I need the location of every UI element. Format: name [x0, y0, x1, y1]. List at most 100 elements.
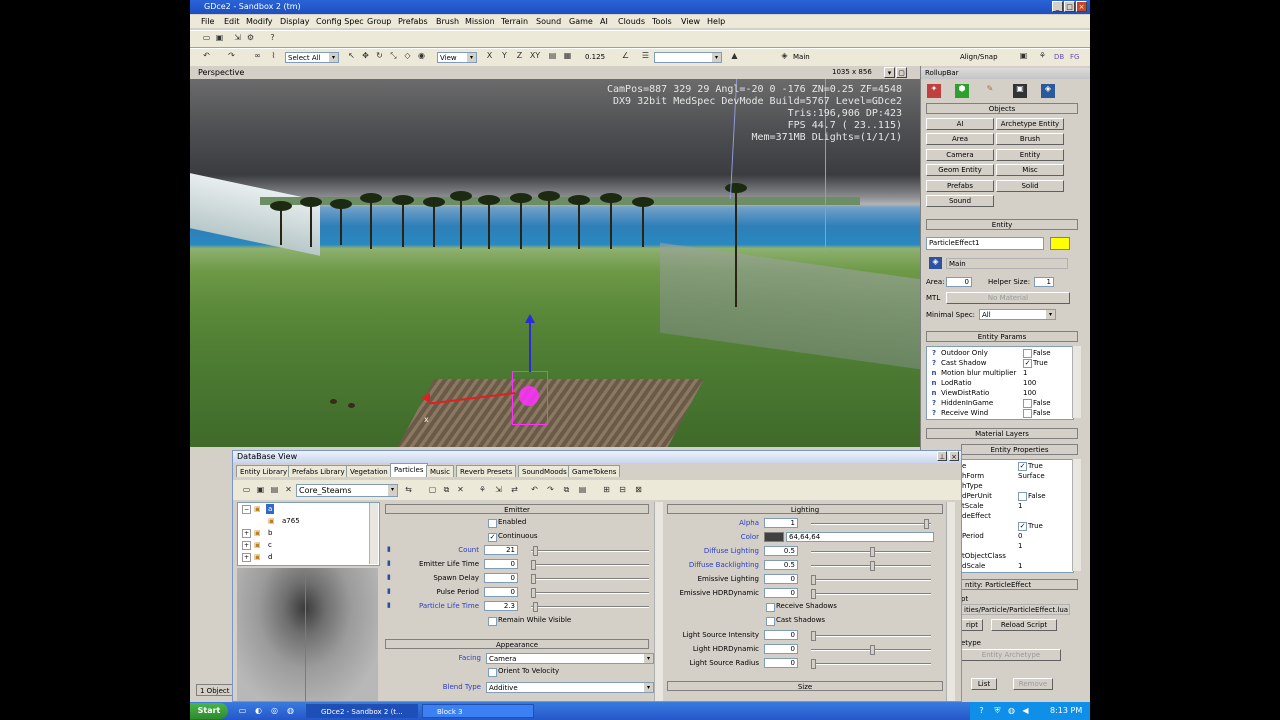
current-layer-label[interactable]: Main [793, 53, 810, 61]
remain-visible-checkbox[interactable] [488, 617, 497, 626]
axis-xy-button[interactable]: XY [528, 51, 542, 61]
emitter-scrollbar[interactable] [654, 502, 663, 701]
viewport-options-icon[interactable]: ▾ [884, 67, 895, 78]
menu-view[interactable]: View [681, 17, 700, 26]
help-icon[interactable]: ? [976, 706, 987, 716]
slider-thumb[interactable] [533, 546, 538, 556]
slider-thumb[interactable] [533, 602, 538, 612]
param-value[interactable]: False [1033, 348, 1051, 358]
property-row[interactable]: tObjectClass [962, 551, 1073, 561]
grid-size-value[interactable]: 0.125 [585, 53, 605, 61]
list-button[interactable]: List [971, 678, 997, 690]
entity-params-header[interactable]: Entity Params [926, 331, 1078, 342]
save-icon[interactable]: ▣ [214, 33, 225, 43]
params-scrollbar[interactable] [1072, 346, 1081, 418]
perspective-viewport[interactable]: x CamPos=887 329 29 Angl=-20 0 -176 ZN=0… [190, 79, 920, 447]
material-layers-header[interactable]: Material Layers [926, 428, 1078, 439]
color-value-field[interactable]: 64,64,64 [786, 532, 934, 542]
maximize-button[interactable]: □ [1064, 1, 1075, 12]
remove-button[interactable]: Remove [1013, 678, 1053, 690]
param-row[interactable]: n LodRatio 100 [927, 378, 1073, 388]
menu-game[interactable]: Game [569, 17, 593, 26]
light-source-input[interactable]: 0 [764, 644, 798, 654]
param-value[interactable]: 100 [1023, 388, 1036, 398]
menu-terrain[interactable]: Terrain [501, 17, 528, 26]
lighting-param-slider[interactable] [811, 561, 931, 571]
minimize-button[interactable]: _ [1052, 1, 1063, 12]
camera-button[interactable]: Camera [926, 149, 994, 161]
slider-thumb[interactable] [531, 588, 536, 598]
slider-thumb[interactable] [811, 659, 816, 669]
ref-frame-dropdown[interactable]: View ▾ [437, 52, 477, 63]
rotate-icon[interactable]: ↻ [374, 51, 385, 61]
misc-button[interactable]: Misc [996, 164, 1064, 176]
slider-thumb[interactable] [811, 589, 816, 599]
param-row[interactable]: ? Cast Shadow ✓ True [927, 358, 1073, 368]
app-icon[interactable]: ◍ [285, 706, 296, 716]
close-button[interactable]: × [1076, 1, 1087, 12]
property-value[interactable]: 1 [1018, 501, 1022, 511]
tab-prefabs-library[interactable]: Prefabs Library [288, 465, 349, 477]
brush-select-icon[interactable]: ◉ [416, 51, 427, 61]
orient-velocity-checkbox[interactable] [488, 668, 497, 677]
lighting-param-slider[interactable] [811, 519, 931, 529]
collapse-all-icon[interactable]: ⊟ [617, 485, 628, 495]
emitter-param-input[interactable]: 0 [484, 559, 518, 569]
explorer-icon[interactable]: ◐ [253, 706, 264, 716]
slider-thumb[interactable] [870, 645, 875, 655]
param-checkbox[interactable] [1023, 349, 1032, 358]
property-checkbox[interactable]: ✓ [1018, 462, 1027, 471]
continuous-checkbox[interactable]: ✓ [488, 533, 497, 542]
property-value[interactable]: True [1028, 521, 1043, 531]
slider-thumb[interactable] [870, 561, 875, 571]
menu-clouds[interactable]: Clouds [618, 17, 645, 26]
solid-button[interactable]: Solid [996, 180, 1064, 192]
select-icon[interactable]: ↖ [346, 51, 357, 61]
property-row[interactable]: 1 [962, 541, 1073, 551]
emitter-param-input[interactable]: 0 [484, 587, 518, 597]
param-row[interactable]: ? Receive Wind False [927, 408, 1073, 418]
named-selection-dropdown[interactable]: ▾ [654, 52, 722, 63]
new-icon[interactable]: ▭ [201, 33, 212, 43]
tab-vegetation[interactable]: Vegetation [346, 465, 392, 477]
slider-thumb[interactable] [924, 519, 929, 529]
param-checkbox[interactable]: ✓ [1023, 359, 1032, 368]
property-row[interactable]: hForm Surface [962, 471, 1073, 481]
property-row[interactable]: ✓ True [962, 521, 1073, 531]
start-button[interactable]: Start [190, 703, 228, 719]
light-source-input[interactable]: 0 [764, 630, 798, 640]
prefabs-button[interactable]: Prefabs [926, 180, 994, 192]
add-item-icon[interactable]: ▢ [427, 485, 438, 495]
size-header[interactable]: Size [667, 681, 943, 691]
lighting-param-slider[interactable] [811, 575, 931, 585]
particle-effect-gizmo[interactable] [421, 314, 548, 425]
layers-tab-icon[interactable]: ◈ [1041, 84, 1055, 98]
property-value[interactable]: 1 [1018, 541, 1022, 551]
filter-icon[interactable]: ⊠ [633, 485, 644, 495]
emitter-param-slider[interactable] [531, 546, 649, 556]
pin-icon[interactable]: ⊥ [937, 451, 947, 461]
create-tab-icon[interactable]: ✦ [927, 84, 941, 98]
property-value[interactable]: False [1028, 491, 1046, 501]
reload-icon[interactable]: ⇆ [403, 485, 414, 495]
brush-button[interactable]: Brush [996, 133, 1064, 145]
facing-dropdown[interactable]: Camera ▾ [486, 653, 654, 664]
tab-reverb-presets[interactable]: Reverb Presets [456, 465, 517, 477]
property-row[interactable]: dScale 1 [962, 561, 1073, 571]
tab-music[interactable]: Music [426, 465, 454, 477]
menu-help[interactable]: Help [707, 17, 725, 26]
angle-snap-icon[interactable]: ∠ [620, 51, 631, 61]
tab-entity-library[interactable]: Entity Library [236, 465, 292, 477]
viewport-maximize-icon[interactable]: ▢ [896, 67, 907, 78]
fg-button[interactable]: FG [1070, 53, 1079, 61]
browser-icon[interactable]: ◎ [269, 706, 280, 716]
property-value[interactable]: 1 [1018, 561, 1022, 571]
reload-script-button[interactable]: Reload Script [991, 619, 1057, 631]
slider-thumb[interactable] [531, 560, 536, 570]
archetype-entity-button[interactable]: Archetype Entity [996, 118, 1064, 130]
menu-config-spec[interactable]: Config Spec [316, 17, 364, 26]
desktop-icon[interactable]: ▭ [237, 706, 248, 716]
props-scrollbar[interactable] [1072, 459, 1081, 571]
grid-icon[interactable]: ▦ [562, 51, 573, 61]
param-value[interactable]: 100 [1023, 378, 1036, 388]
